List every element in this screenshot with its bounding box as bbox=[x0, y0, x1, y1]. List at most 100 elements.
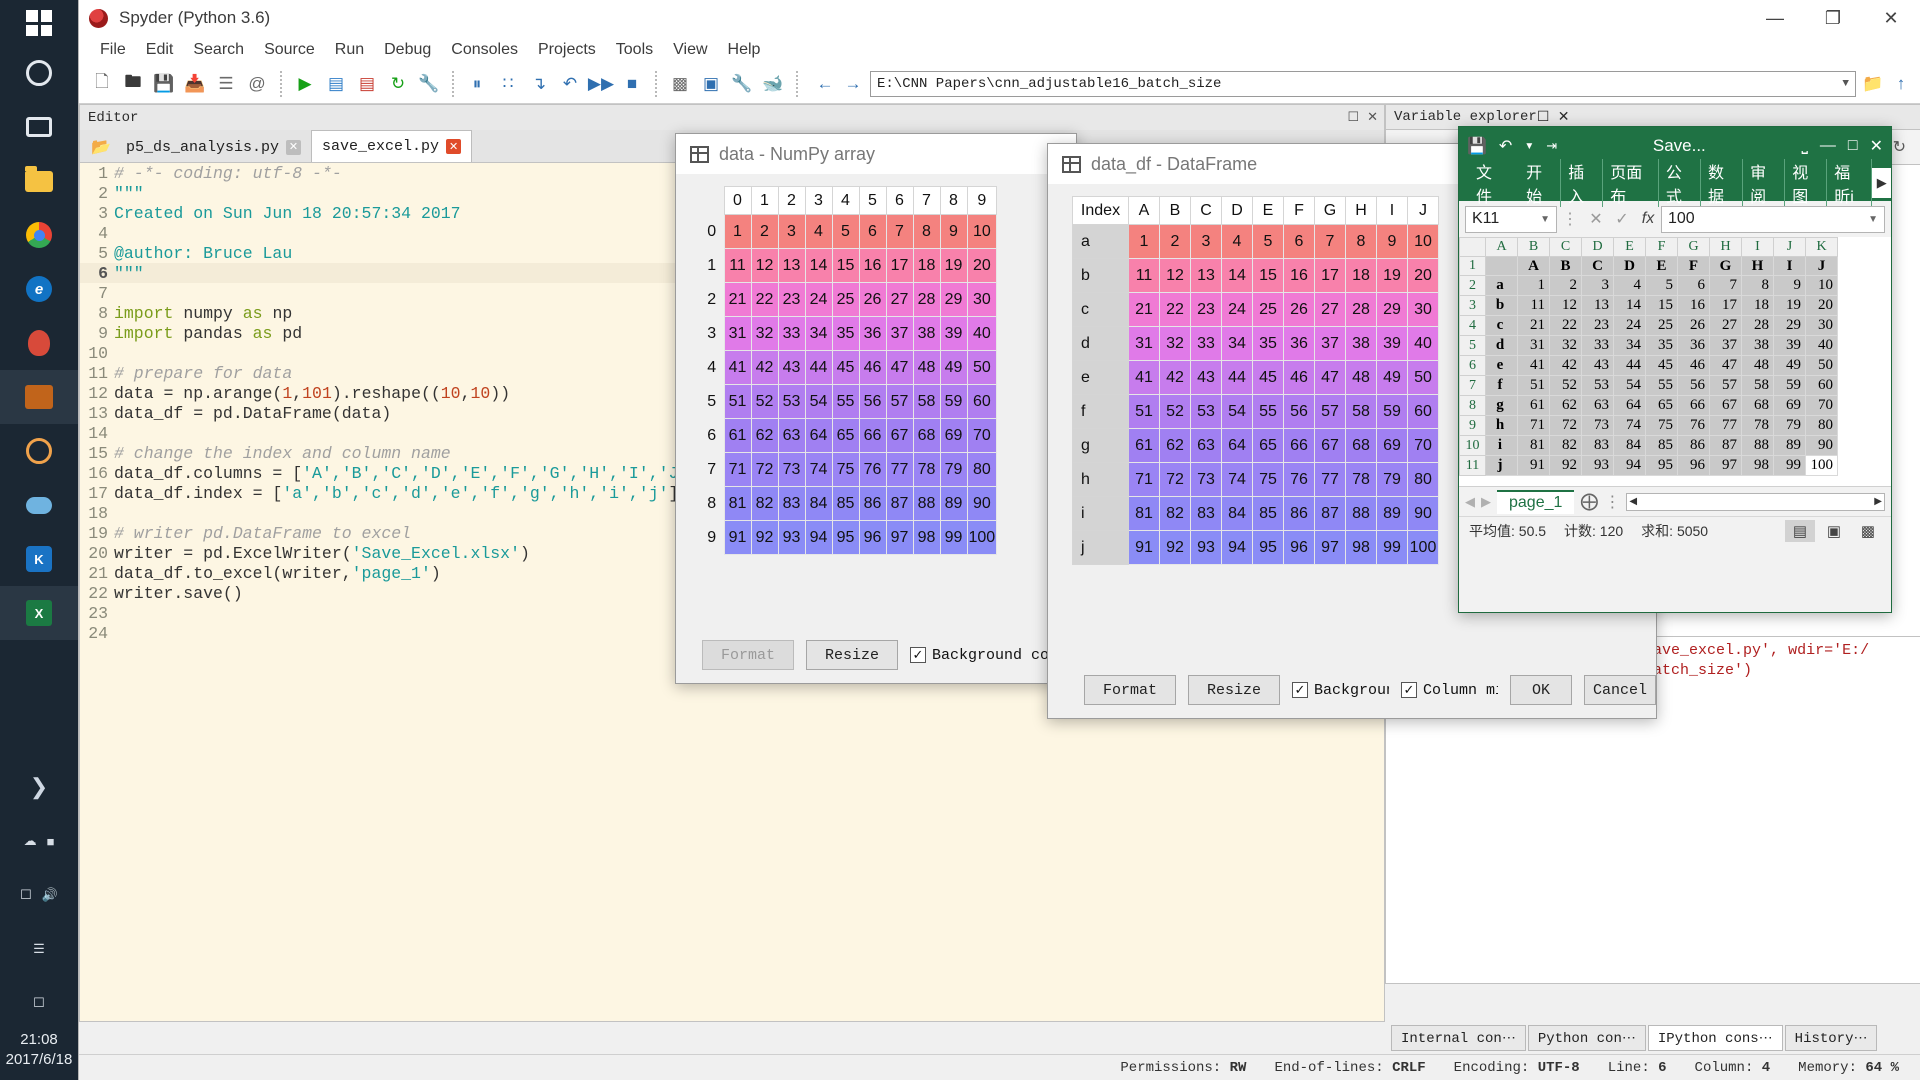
sheet-cell[interactable]: 90 bbox=[1805, 435, 1838, 456]
page-layout-view-icon[interactable]: ▣ bbox=[1819, 520, 1849, 542]
data-cell[interactable]: 93 bbox=[777, 520, 806, 555]
sheet-cell[interactable]: 10 bbox=[1805, 275, 1838, 296]
tab-close-icon[interactable]: ✕ bbox=[286, 139, 302, 155]
chevron-down-icon[interactable]: ▼ bbox=[1868, 214, 1878, 225]
insert-function-icon[interactable]: fx bbox=[1635, 206, 1661, 233]
taskbar-file-explorer[interactable] bbox=[0, 154, 78, 208]
wps-sheet-grid[interactable]: A B C D E F G H I J K 1 A B C D E F G H I J 2 a 1 2 3 4 5 6 7 8 9 10 3 b 11 1… bbox=[1459, 237, 1891, 486]
sheet-cell[interactable]: 66 bbox=[1677, 395, 1710, 416]
column-header[interactable]: D bbox=[1221, 196, 1253, 225]
data-cell[interactable]: 95 bbox=[1252, 530, 1284, 565]
data-cell[interactable]: 99 bbox=[1376, 530, 1408, 565]
sheet-cell[interactable]: e bbox=[1485, 355, 1518, 376]
data-cell[interactable]: 22 bbox=[750, 282, 779, 317]
numpy-table-scroll[interactable]: 0 1 2 3 4 5 6 7 8 9 0 1 2 3 4 5 6 7 8 9 10 1 11 12 13 14 15 16 17 18 1… bbox=[676, 174, 1076, 555]
sheet-cell[interactable]: 11 bbox=[1517, 295, 1550, 316]
data-cell[interactable]: 28 bbox=[1345, 292, 1377, 327]
start-button[interactable] bbox=[0, 0, 78, 46]
sheet-cell[interactable]: 62 bbox=[1549, 395, 1582, 416]
data-cell[interactable]: 7 bbox=[885, 214, 914, 249]
data-cell[interactable]: 97 bbox=[885, 520, 914, 555]
menu-edit[interactable]: Edit bbox=[137, 39, 183, 61]
data-cell[interactable]: 6 bbox=[1283, 224, 1315, 259]
column-header[interactable]: 1 bbox=[750, 186, 779, 215]
sheet-cell[interactable]: J bbox=[1805, 256, 1838, 276]
step-over-icon[interactable]: ∷ bbox=[493, 69, 523, 99]
sheet-cell[interactable]: 56 bbox=[1677, 375, 1710, 396]
data-cell[interactable]: 5 bbox=[1252, 224, 1284, 259]
save-all-icon[interactable]: 📥 bbox=[180, 69, 210, 99]
save-file-icon[interactable]: 💾 bbox=[149, 69, 179, 99]
data-cell[interactable]: 73 bbox=[1190, 462, 1222, 497]
data-cell[interactable]: 78 bbox=[1345, 462, 1377, 497]
data-cell[interactable]: 33 bbox=[777, 316, 806, 351]
row-header[interactable]: 5 bbox=[700, 385, 724, 419]
sheet-cell[interactable]: 48 bbox=[1741, 355, 1774, 376]
sheet-cell[interactable]: 85 bbox=[1645, 435, 1678, 456]
sheet-cell[interactable]: 39 bbox=[1773, 335, 1806, 356]
data-cell[interactable]: 21 bbox=[1128, 292, 1160, 327]
sheet-cell[interactable]: 70 bbox=[1805, 395, 1838, 416]
row-index-cell[interactable]: g bbox=[1072, 428, 1129, 463]
data-cell[interactable]: 32 bbox=[1159, 326, 1191, 361]
data-cell[interactable]: 81 bbox=[723, 486, 752, 521]
column-header[interactable]: G bbox=[1314, 196, 1346, 225]
normal-view-icon[interactable]: ▤ bbox=[1785, 519, 1815, 542]
sheet-cell[interactable]: 93 bbox=[1581, 455, 1614, 476]
data-cell[interactable]: 19 bbox=[939, 248, 968, 283]
data-cell[interactable]: 44 bbox=[1221, 360, 1253, 395]
data-cell[interactable]: 12 bbox=[750, 248, 779, 283]
data-cell[interactable]: 84 bbox=[1221, 496, 1253, 531]
column-header[interactable]: A bbox=[1128, 196, 1160, 225]
open-file-icon[interactable]: 🖿 bbox=[118, 69, 148, 99]
data-cell[interactable]: 48 bbox=[1345, 360, 1377, 395]
data-cell[interactable]: 46 bbox=[1283, 360, 1315, 395]
tray-notifications[interactable]: ☰ bbox=[0, 922, 78, 976]
tab-python-console[interactable]: Python con⋯ bbox=[1527, 1025, 1646, 1051]
sheet-cell[interactable]: 1 bbox=[1517, 275, 1550, 296]
sheet-cell[interactable]: 67 bbox=[1709, 395, 1742, 416]
column-header[interactable]: 6 bbox=[885, 186, 914, 215]
data-cell[interactable]: 80 bbox=[1407, 462, 1439, 497]
data-cell[interactable]: 8 bbox=[1345, 224, 1377, 259]
data-cell[interactable]: 62 bbox=[750, 418, 779, 453]
stop-debug-icon[interactable]: ■ bbox=[617, 69, 647, 99]
data-cell[interactable]: 37 bbox=[1314, 326, 1346, 361]
menu-source[interactable]: Source bbox=[255, 39, 324, 61]
sheet-cell[interactable]: 30 bbox=[1805, 315, 1838, 336]
data-cell[interactable]: 85 bbox=[1252, 496, 1284, 531]
row-index-cell[interactable]: j bbox=[1072, 530, 1129, 565]
sheet-cell[interactable]: 94 bbox=[1613, 455, 1646, 476]
data-cell[interactable]: 10 bbox=[1407, 224, 1439, 259]
data-cell[interactable]: 11 bbox=[1128, 258, 1160, 293]
sheet-column-header[interactable]: E bbox=[1613, 237, 1646, 257]
wps-maximize-button[interactable]: □ bbox=[1848, 137, 1858, 155]
data-cell[interactable]: 26 bbox=[858, 282, 887, 317]
sheet-cell[interactable]: 26 bbox=[1677, 315, 1710, 336]
sheet-cell[interactable]: 52 bbox=[1549, 375, 1582, 396]
data-cell[interactable]: 59 bbox=[1376, 394, 1408, 429]
data-cell[interactable]: 82 bbox=[750, 486, 779, 521]
row-index-cell[interactable]: h bbox=[1072, 462, 1129, 497]
data-cell[interactable]: 69 bbox=[939, 418, 968, 453]
data-cell[interactable]: 23 bbox=[1190, 292, 1222, 327]
data-cell[interactable]: 56 bbox=[858, 384, 887, 419]
data-cell[interactable]: 46 bbox=[858, 350, 887, 385]
step-into-icon[interactable]: ↴ bbox=[524, 69, 554, 99]
data-cell[interactable]: 30 bbox=[1407, 292, 1439, 327]
column-header[interactable]: 7 bbox=[912, 186, 941, 215]
sheet-cell[interactable]: 46 bbox=[1677, 355, 1710, 376]
sheet-row-header[interactable]: 5 bbox=[1459, 335, 1486, 356]
data-cell[interactable]: 89 bbox=[939, 486, 968, 521]
data-cell[interactable]: 75 bbox=[831, 452, 860, 487]
data-cell[interactable]: 26 bbox=[1283, 292, 1315, 327]
data-cell[interactable]: 86 bbox=[1283, 496, 1315, 531]
sheet-row-header[interactable]: 6 bbox=[1459, 355, 1486, 376]
sheet-cell[interactable]: 68 bbox=[1741, 395, 1774, 416]
column-header[interactable]: C bbox=[1190, 196, 1222, 225]
row-header[interactable]: 9 bbox=[700, 521, 724, 555]
sheet-cell[interactable]: 16 bbox=[1677, 295, 1710, 316]
sheet-cell[interactable]: j bbox=[1485, 455, 1518, 476]
horizontal-scrollbar[interactable]: ◀ ▶ bbox=[1626, 492, 1885, 511]
menu-search[interactable]: Search bbox=[184, 39, 253, 61]
